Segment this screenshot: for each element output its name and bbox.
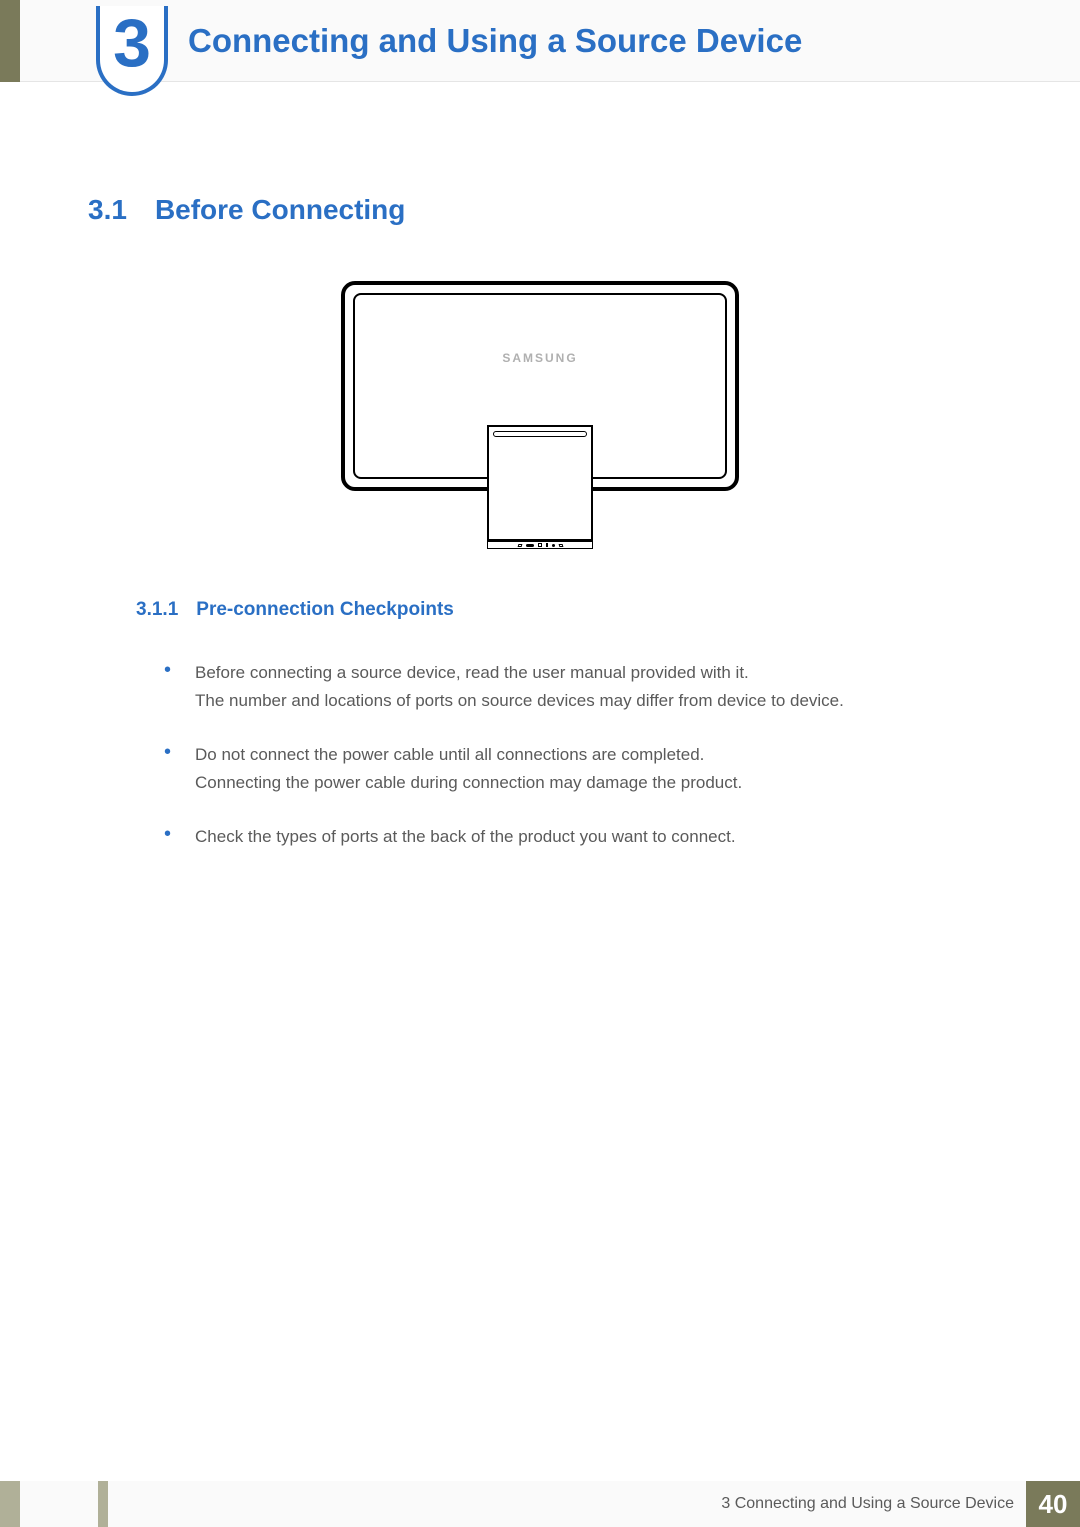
bullet-line-1: Before connecting a source device, read …	[195, 659, 844, 687]
bullet-icon: •	[164, 659, 171, 715]
bullet-icon: •	[164, 741, 171, 797]
page-footer: 3 Connecting and Using a Source Device 4…	[0, 1481, 1080, 1527]
bullet-icon: •	[164, 823, 171, 851]
chapter-badge: 3	[96, 6, 168, 96]
footer-accent	[0, 1481, 20, 1527]
section-number: 3.1	[88, 194, 127, 226]
chapter-number: 3	[113, 9, 151, 77]
section-title: Before Connecting	[155, 194, 405, 226]
monitor-brand-label: SAMSUNG	[502, 351, 577, 365]
bullet-line-2: Connecting the power cable during connec…	[195, 769, 742, 797]
chapter-title: Connecting and Using a Source Device	[188, 22, 802, 60]
page-content: 3.1 Before Connecting SAMSUNG 3.1.1 Pre-…	[0, 194, 1080, 851]
monitor-illustration: SAMSUNG	[341, 281, 739, 549]
section-heading: 3.1 Before Connecting	[88, 194, 992, 226]
monitor-base	[487, 541, 593, 549]
subsection-title: Pre-connection Checkpoints	[196, 599, 454, 621]
list-item: • Before connecting a source device, rea…	[164, 659, 992, 715]
bullet-list: • Before connecting a source device, rea…	[88, 659, 992, 851]
bullet-line-1: Check the types of ports at the back of …	[195, 823, 736, 851]
port-icon	[538, 543, 542, 547]
footer-accent-2	[98, 1481, 108, 1527]
subsection-heading: 3.1.1 Pre-connection Checkpoints	[88, 599, 992, 621]
monitor-stand	[487, 425, 593, 541]
port-icon	[546, 543, 548, 547]
list-item: • Do not connect the power cable until a…	[164, 741, 992, 797]
bullet-line-1: Do not connect the power cable until all…	[195, 741, 742, 769]
monitor-stand-wrap	[487, 425, 593, 549]
port-icon	[517, 544, 522, 547]
list-item: • Check the types of ports at the back o…	[164, 823, 992, 851]
page-number: 40	[1026, 1481, 1080, 1527]
port-icon	[552, 544, 555, 547]
port-icon	[558, 544, 563, 547]
page-header: 3 Connecting and Using a Source Device	[0, 0, 1080, 82]
monitor-stand-top	[493, 431, 587, 437]
port-icon	[526, 544, 534, 547]
footer-chapter-text: 3 Connecting and Using a Source Device	[721, 1495, 1014, 1513]
bullet-line-2: The number and locations of ports on sou…	[195, 687, 844, 715]
header-accent	[0, 0, 20, 82]
subsection-number: 3.1.1	[136, 599, 178, 621]
